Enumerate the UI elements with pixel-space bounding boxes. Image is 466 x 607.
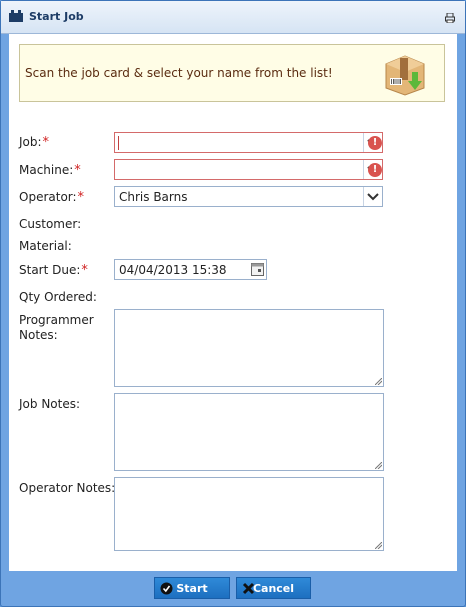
title-bar: Start Job — [1, 1, 465, 34]
material-label: Material: — [19, 239, 72, 253]
start-due-label: Start Due:* — [19, 263, 88, 278]
text-cursor — [118, 136, 119, 150]
programmer-notes-label-line2: Notes: — [19, 328, 58, 342]
required-mark: * — [81, 263, 88, 278]
required-mark: * — [74, 163, 81, 178]
required-mark: * — [77, 190, 85, 205]
machine-combo[interactable] — [114, 159, 383, 180]
programmer-notes-label-line1: Programmer — [19, 313, 94, 327]
print-icon[interactable] — [445, 13, 455, 23]
calendar-icon[interactable] — [251, 263, 264, 276]
cancel-button[interactable]: Cancel — [236, 577, 311, 599]
package-icon — [385, 55, 425, 96]
warning-icon: ! — [368, 136, 382, 150]
start-due-field[interactable]: 04/04/2013 15:38 — [114, 259, 267, 280]
banner-text: Scan the job card & select your name fro… — [25, 66, 333, 80]
chevron-down-icon — [367, 193, 379, 201]
job-notes-label: Job Notes: — [19, 397, 81, 411]
programmer-notes-textarea[interactable] — [114, 309, 384, 387]
window-icon — [9, 10, 23, 22]
form-panel: Scan the job card & select your name fro… — [9, 34, 457, 571]
dialog-title: Start Job — [29, 10, 84, 23]
operator-notes-label: Operator Notes: — [19, 481, 116, 495]
cancel-button-label: Cancel — [252, 582, 295, 595]
customer-label: Customer: — [19, 217, 82, 231]
operator-combo[interactable]: Chris Barns — [114, 186, 383, 207]
resize-grip-icon[interactable] — [375, 462, 382, 469]
qty-ordered-label: Qty Ordered: — [19, 290, 97, 304]
resize-grip-icon[interactable] — [375, 378, 382, 385]
operator-dropdown-trigger[interactable] — [363, 187, 382, 206]
instruction-banner: Scan the job card & select your name fro… — [19, 44, 445, 102]
start-button[interactable]: Start — [154, 577, 230, 599]
job-notes-textarea[interactable] — [114, 393, 384, 471]
required-mark: * — [42, 135, 50, 150]
machine-label: Machine:* — [19, 163, 81, 178]
job-label: Job:* — [19, 135, 50, 150]
start-job-dialog: Start Job Scan the job card & select you… — [0, 0, 466, 607]
operator-value: Chris Barns — [119, 190, 188, 204]
start-button-label: Start — [176, 582, 208, 595]
warning-icon: ! — [368, 163, 382, 177]
operator-label: Operator:* — [19, 190, 85, 205]
resize-grip-icon[interactable] — [375, 542, 382, 549]
operator-notes-textarea[interactable] — [114, 477, 384, 551]
job-combo[interactable] — [114, 132, 383, 153]
start-due-value: 04/04/2013 15:38 — [119, 263, 227, 277]
